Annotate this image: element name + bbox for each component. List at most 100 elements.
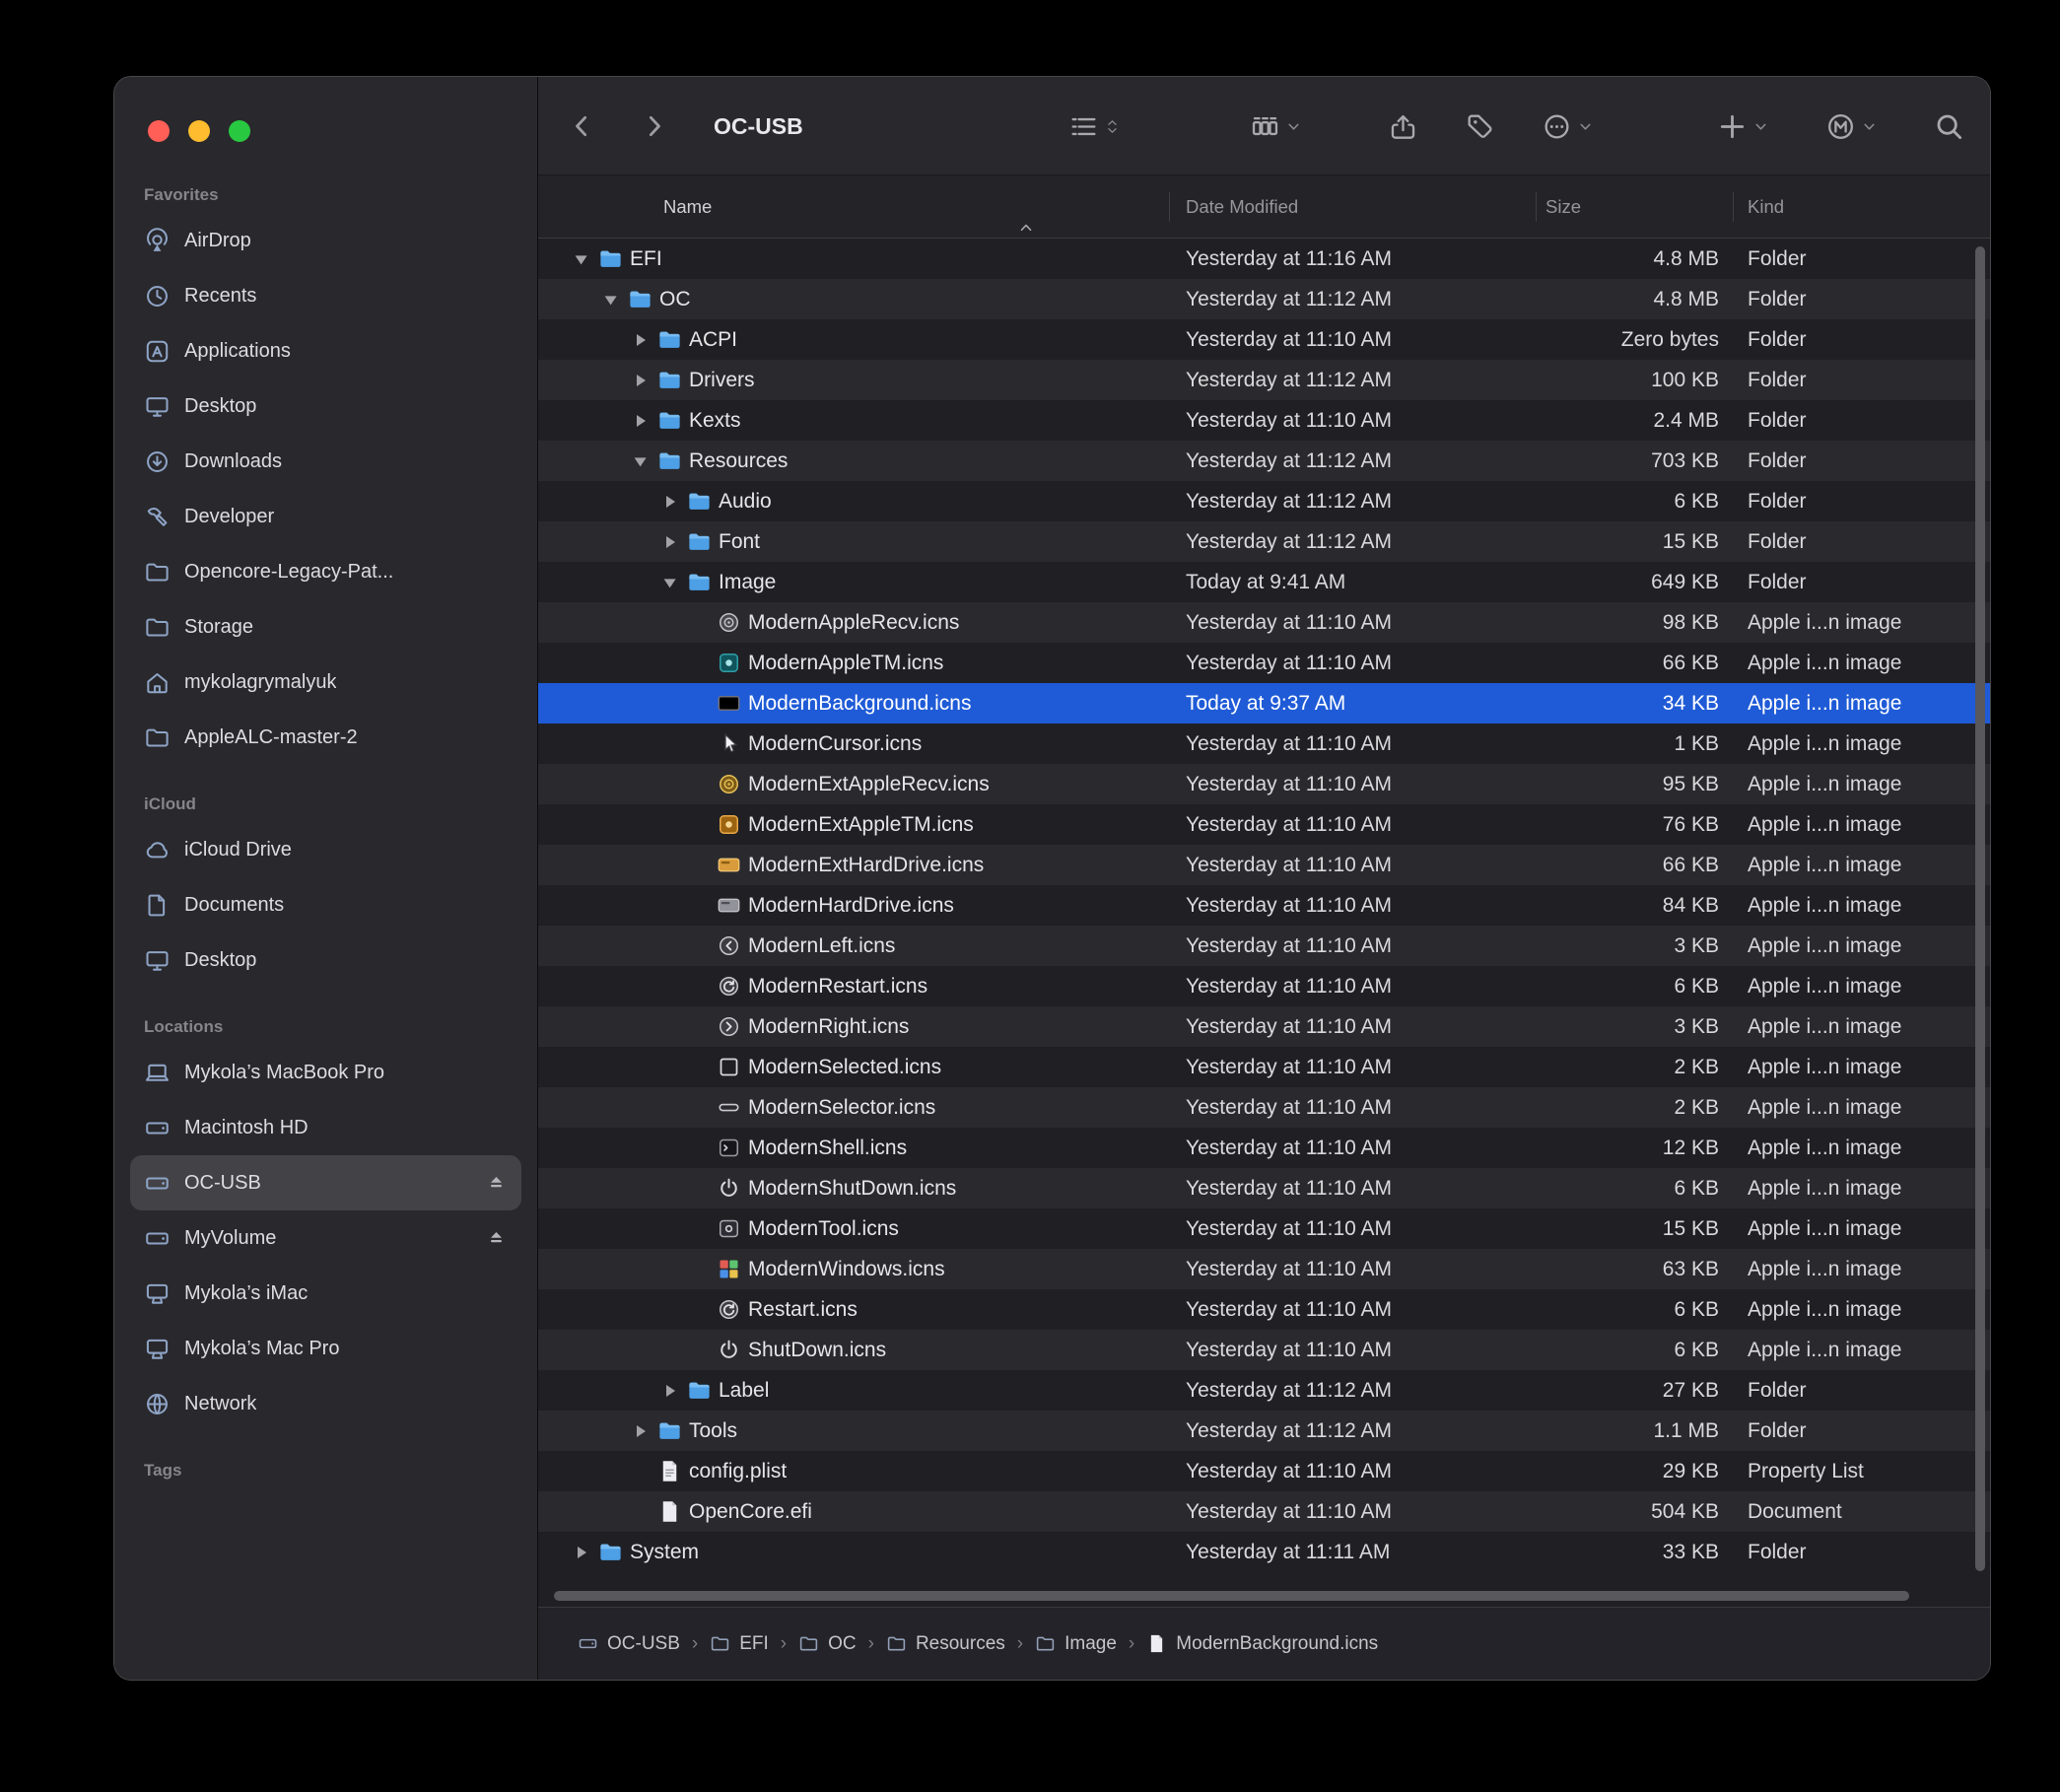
file-row-shutdown-icns[interactable]: ShutDown.icnsYesterday at 11:10 AM6 KBAp… [538, 1330, 1990, 1370]
file-row-modernapplerecv-icns[interactable]: ModernAppleRecv.icnsYesterday at 11:10 A… [538, 602, 1990, 643]
breadcrumb-resources[interactable]: Resources [886, 1633, 1005, 1655]
horizontal-scrollbar-thumb[interactable] [554, 1591, 1909, 1601]
file-row-audio[interactable]: AudioYesterday at 11:12 AM6 KBFolder [538, 481, 1990, 521]
column-header-name[interactable]: Name [538, 196, 1169, 218]
column-header-size[interactable]: Size [1536, 196, 1733, 218]
vertical-scrollbar-thumb[interactable] [1975, 246, 1985, 1571]
file-row-modernselector-icns[interactable]: ModernSelector.icnsYesterday at 11:10 AM… [538, 1087, 1990, 1128]
sidebar-item-desktop[interactable]: Desktop [130, 379, 521, 434]
sidebar-item-macintosh-hd[interactable]: Macintosh HD [130, 1100, 521, 1155]
file-row-modernshell-icns[interactable]: ModernShell.icnsYesterday at 11:10 AM12 … [538, 1128, 1990, 1168]
disclosure-triangle[interactable] [572, 249, 591, 269]
disclosure-triangle[interactable] [631, 411, 651, 431]
group-button[interactable] [1250, 101, 1302, 152]
sidebar-item-airdrop[interactable]: AirDrop [130, 213, 521, 268]
sidebar-item-recents[interactable]: Recents [130, 268, 521, 323]
column-header-kind[interactable]: Kind [1733, 196, 1990, 218]
eject-icon[interactable] [485, 1227, 508, 1250]
view-button[interactable] [1068, 101, 1121, 152]
file-row-acpi[interactable]: ACPIYesterday at 11:10 AMZero bytesFolde… [538, 319, 1990, 360]
breadcrumb-modernbackground-icns[interactable]: ModernBackground.icns [1146, 1633, 1378, 1655]
file-row-label[interactable]: LabelYesterday at 11:12 AM27 KBFolder [538, 1370, 1990, 1411]
account-button[interactable] [1825, 101, 1878, 152]
breadcrumb-oc[interactable]: OC [798, 1633, 857, 1655]
sidebar-item-network[interactable]: Network [130, 1376, 521, 1431]
file-row-font[interactable]: FontYesterday at 11:12 AM15 KBFolder [538, 521, 1990, 562]
file-row-modernextapplerecv-icns[interactable]: ModernExtAppleRecv.icnsYesterday at 11:1… [538, 764, 1990, 804]
file-row-image[interactable]: ImageToday at 9:41 AM649 KBFolder [538, 562, 1990, 602]
file-row-modernright-icns[interactable]: ModernRight.icnsYesterday at 11:10 AM3 K… [538, 1006, 1990, 1047]
sidebar-item-opencore-legacy-pat[interactable]: Opencore-Legacy-Pat... [130, 544, 521, 599]
disclosure-triangle[interactable] [660, 492, 680, 512]
sidebar-item-storage[interactable]: Storage [130, 599, 521, 655]
more-button[interactable] [1542, 101, 1594, 152]
file-kind: Apple i...n image [1733, 1339, 1990, 1362]
back-button[interactable] [568, 101, 595, 152]
sidebar-item-downloads[interactable]: Downloads [130, 434, 521, 489]
sidebar-item-applications[interactable]: Applications [130, 323, 521, 379]
file-kind: Apple i...n image [1733, 934, 1990, 958]
file-row-modernrestart-icns[interactable]: ModernRestart.icnsYesterday at 11:10 AM6… [538, 966, 1990, 1006]
sidebar-item-myvolume[interactable]: MyVolume [130, 1210, 521, 1266]
file-row-modernextharddrive-icns[interactable]: ModernExtHardDrive.icnsYesterday at 11:1… [538, 845, 1990, 885]
sidebar-item-mykola-s-imac[interactable]: Mykola’s iMac [130, 1266, 521, 1321]
file-row-drivers[interactable]: DriversYesterday at 11:12 AM100 KBFolder [538, 360, 1990, 400]
file-row-config-plist[interactable]: config.plistYesterday at 11:10 AM29 KBPr… [538, 1451, 1990, 1491]
breadcrumb-efi[interactable]: EFI [710, 1633, 769, 1655]
sidebar-item-mykola-s-macbook-pro[interactable]: Mykola’s MacBook Pro [130, 1045, 521, 1100]
sidebar-item-mykolagrymalyuk[interactable]: mykolagrymalyuk [130, 655, 521, 710]
minimize-window-button[interactable] [188, 120, 210, 142]
sidebar-item-icloud-drive[interactable]: iCloud Drive [130, 822, 521, 877]
file-row-modernwindows-icns[interactable]: ModernWindows.icnsYesterday at 11:10 AM6… [538, 1249, 1990, 1289]
sidebar-item-documents[interactable]: Documents [130, 877, 521, 932]
column-header-date-modified[interactable]: Date Modified [1169, 196, 1536, 218]
file-row-system[interactable]: SystemYesterday at 11:11 AM33 KBFolder [538, 1532, 1990, 1572]
doc-icon [1146, 1633, 1167, 1654]
sidebar-item-mykola-s-mac-pro[interactable]: Mykola’s Mac Pro [130, 1321, 521, 1376]
disclosure-triangle[interactable] [572, 1543, 591, 1562]
column-divider[interactable] [1733, 192, 1734, 222]
disclosure-triangle[interactable] [601, 290, 621, 310]
share-button[interactable] [1388, 101, 1418, 152]
breadcrumb-image[interactable]: Image [1035, 1633, 1117, 1655]
sidebar-item-developer[interactable]: Developer [130, 489, 521, 544]
sidebar-item-oc-usb[interactable]: OC-USB [130, 1155, 521, 1210]
disclosure-triangle[interactable] [631, 451, 651, 471]
file-row-modernharddrive-icns[interactable]: ModernHardDrive.icnsYesterday at 11:10 A… [538, 885, 1990, 926]
file-row-modernleft-icns[interactable]: ModernLeft.icnsYesterday at 11:10 AM3 KB… [538, 926, 1990, 966]
disclosure-triangle[interactable] [631, 371, 651, 390]
file-row-opencore-efi[interactable]: OpenCore.efiYesterday at 11:10 AM504 KBD… [538, 1491, 1990, 1532]
file-row-modernbackground-icns[interactable]: ModernBackground.icnsToday at 9:37 AM34 … [538, 683, 1990, 724]
file-row-efi[interactable]: EFIYesterday at 11:16 AM4.8 MBFolder [538, 239, 1990, 279]
close-window-button[interactable] [148, 120, 170, 142]
search-button[interactable] [1934, 101, 1964, 152]
file-row-modernappletm-icns[interactable]: ModernAppleTM.icnsYesterday at 11:10 AM6… [538, 643, 1990, 683]
file-row-oc[interactable]: OCYesterday at 11:12 AM4.8 MBFolder [538, 279, 1990, 319]
file-row-restart-icns[interactable]: Restart.icnsYesterday at 11:10 AM6 KBApp… [538, 1289, 1990, 1330]
file-row-kexts[interactable]: KextsYesterday at 11:10 AM2.4 MBFolder [538, 400, 1990, 441]
file-name: ModernExtHardDrive.icns [748, 854, 984, 877]
column-divider[interactable] [1169, 192, 1170, 222]
file-row-resources[interactable]: ResourcesYesterday at 11:12 AM703 KBFold… [538, 441, 1990, 481]
file-row-modernextappletm-icns[interactable]: ModernExtAppleTM.icnsYesterday at 11:10 … [538, 804, 1990, 845]
disclosure-triangle[interactable] [660, 532, 680, 552]
file-row-tools[interactable]: ToolsYesterday at 11:12 AM1.1 MBFolder [538, 1411, 1990, 1451]
file-row-moderntool-icns[interactable]: ModernTool.icnsYesterday at 11:10 AM15 K… [538, 1208, 1990, 1249]
forward-button[interactable] [641, 101, 668, 152]
sidebar-item-desktop[interactable]: Desktop [130, 932, 521, 988]
disclosure-triangle[interactable] [631, 330, 651, 350]
breadcrumb-oc-usb[interactable]: OC-USB [578, 1633, 680, 1655]
tags-button[interactable] [1465, 101, 1495, 152]
file-row-moderncursor-icns[interactable]: ModernCursor.icnsYesterday at 11:10 AM1 … [538, 724, 1990, 764]
add-button[interactable] [1717, 101, 1769, 152]
disclosure-triangle[interactable] [660, 1381, 680, 1401]
sidebar-item-applealc-master-2[interactable]: AppleALC-master-2 [130, 710, 521, 765]
disclosure-triangle[interactable] [660, 573, 680, 592]
column-divider[interactable] [1536, 192, 1537, 222]
eject-icon[interactable] [485, 1172, 508, 1195]
zoom-window-button[interactable] [229, 120, 250, 142]
file-name-cell: ModernExtAppleRecv.icns [538, 772, 1169, 796]
file-row-modernselected-icns[interactable]: ModernSelected.icnsYesterday at 11:10 AM… [538, 1047, 1990, 1087]
file-row-modernshutdown-icns[interactable]: ModernShutDown.icnsYesterday at 11:10 AM… [538, 1168, 1990, 1208]
disclosure-triangle[interactable] [631, 1421, 651, 1441]
